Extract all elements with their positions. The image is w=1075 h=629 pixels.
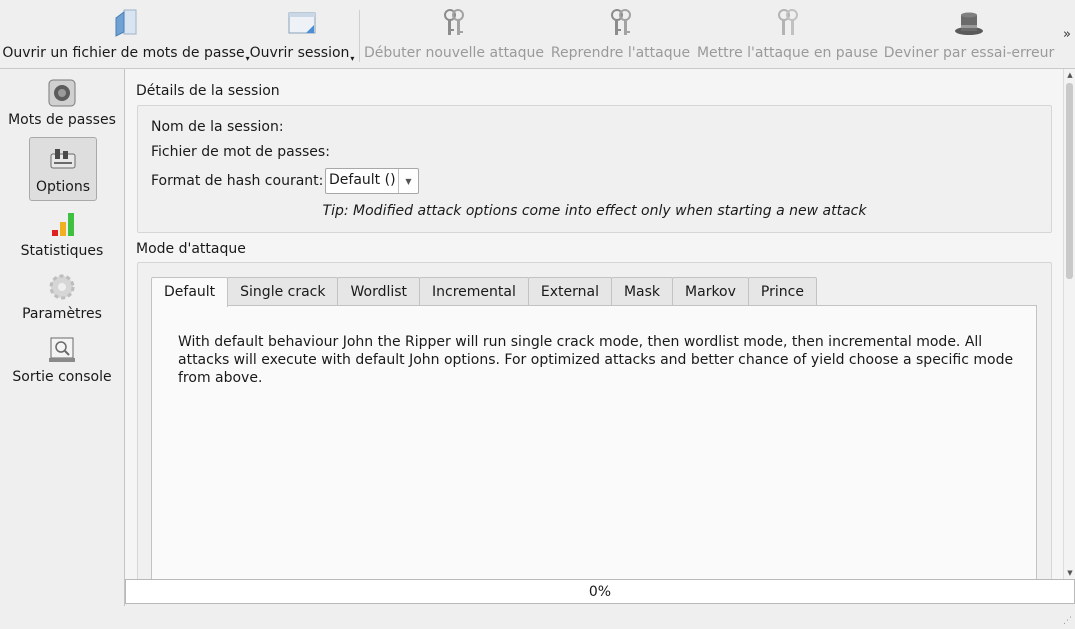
dropdown-arrow-icon: ▾ — [350, 54, 355, 63]
guess-button[interactable]: Deviner par essai-erreur — [884, 0, 1054, 68]
scroll-up-icon[interactable]: ▲ — [1064, 69, 1075, 81]
progress-bar: 0% — [125, 579, 1075, 604]
start-attack-button[interactable]: Débuter nouvelle attaque — [364, 0, 544, 68]
sidebar-item-label: Mots de passes — [8, 112, 116, 128]
tab-incremental[interactable]: Incremental — [419, 277, 529, 305]
scrollbar-thumb[interactable] — [1066, 83, 1073, 279]
tip-text: Tip: Modified attack options come into e… — [322, 203, 867, 219]
tab-external[interactable]: External — [527, 277, 612, 305]
settings-gear-icon — [49, 274, 75, 300]
pause-attack-label: Mettre l'attaque en pause — [696, 45, 879, 61]
main-toolbar: Ouvrir un fichier de mots de passe▾ Ouvr… — [0, 0, 1075, 69]
vertical-scrollbar[interactable]: ▲ ▼ — [1063, 69, 1075, 579]
options-page: Détails de la session Nom de la session:… — [125, 69, 1063, 579]
pause-attack-button[interactable]: Mettre l'attaque en pause — [697, 0, 878, 68]
guess-label: Deviner par essai-erreur — [883, 45, 1055, 61]
session-details-group: Nom de la session: Fichier de mot de pas… — [137, 105, 1052, 233]
open-password-file-label: Ouvrir un fichier de mots de passe — [2, 45, 245, 61]
sidebar-item-label: Statistiques — [20, 243, 104, 259]
tab-prince[interactable]: Prince — [747, 277, 817, 305]
sidebar-item-label: Paramètres — [22, 306, 102, 322]
keys-icon — [444, 9, 464, 35]
resume-attack-label: Reprendre l'attaque — [550, 45, 691, 61]
toolbar-separator — [359, 10, 360, 62]
sidebar-item-label: Options — [35, 179, 91, 195]
open-file-icon — [115, 9, 137, 37]
start-attack-label: Débuter nouvelle attaque — [363, 45, 545, 61]
session-details-title: Détails de la session — [136, 83, 280, 99]
magic-hat-icon — [955, 12, 983, 35]
tab-single-crack[interactable]: Single crack — [227, 277, 339, 305]
chevron-down-icon: ▼ — [398, 169, 418, 193]
sidebar-item-statistics[interactable]: Statistiques — [6, 202, 118, 264]
safe-icon — [48, 79, 76, 107]
tab-default[interactable]: Default — [151, 277, 229, 307]
progress-label: 0% — [588, 584, 612, 600]
resume-attack-button[interactable]: Reprendre l'attaque — [550, 0, 691, 68]
tab-wordlist[interactable]: Wordlist — [337, 277, 421, 305]
keys-icon — [777, 9, 798, 35]
scroll-down-icon[interactable]: ▼ — [1064, 567, 1075, 579]
hash-format-value: Default () — [329, 172, 396, 188]
sidebar-item-options[interactable]: Options — [29, 137, 97, 201]
sidebar-item-settings[interactable]: Paramètres — [6, 265, 118, 327]
statistics-icon — [52, 213, 74, 236]
keys-icon — [610, 9, 631, 35]
open-password-file-button[interactable]: Ouvrir un fichier de mots de passe▾ — [2, 0, 250, 68]
sidebar-item-console-output[interactable]: Sortie console — [6, 328, 118, 390]
open-session-label: Ouvrir session — [249, 45, 350, 61]
sidebar-item-passwords[interactable]: Mots de passes — [6, 71, 118, 133]
hash-format-label: Format de hash courant: — [151, 173, 324, 189]
default-mode-description: With default behaviour John the Ripper w… — [178, 334, 1014, 386]
status-bar: ⋰ — [0, 606, 1075, 629]
options-icon — [50, 149, 76, 169]
tab-markov[interactable]: Markov — [672, 277, 749, 305]
hash-format-select[interactable]: Default () ▼ — [325, 168, 419, 194]
attack-mode-tabs: Default Single crack Wordlist Incrementa… — [151, 277, 817, 307]
tab-mask[interactable]: Mask — [610, 277, 674, 305]
open-session-icon — [288, 12, 316, 34]
open-session-button[interactable]: Ouvrir session▾ — [249, 0, 355, 68]
attack-mode-title: Mode d'attaque — [136, 241, 246, 257]
default-tab-panel: With default behaviour John the Ripper w… — [151, 305, 1037, 579]
sidebar-item-label: Sortie console — [12, 369, 112, 385]
resize-grip-icon[interactable]: ⋰ — [1063, 616, 1072, 626]
session-name-label: Nom de la session: — [151, 119, 284, 135]
console-output-icon — [49, 337, 75, 362]
sidebar: Mots de passes Options Statistiques Para… — [0, 69, 125, 606]
password-file-label: Fichier de mot de passes: — [151, 144, 330, 160]
toolbar-overflow-button[interactable]: » — [1063, 27, 1071, 42]
